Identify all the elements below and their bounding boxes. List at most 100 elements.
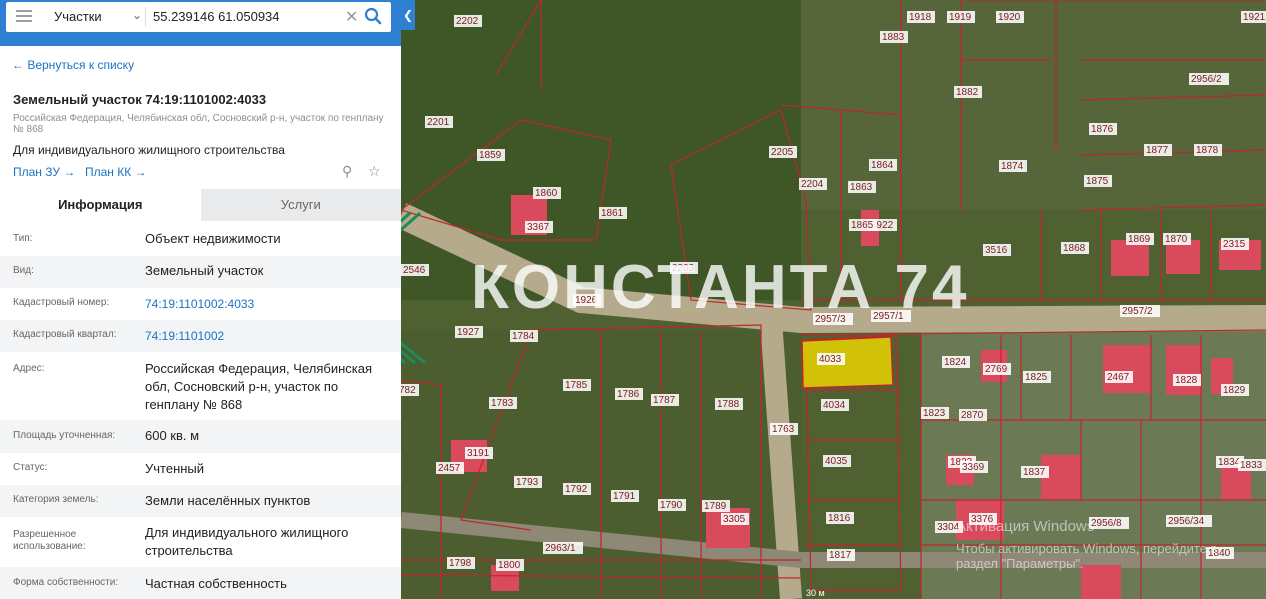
- plot-label: 1883: [882, 32, 905, 43]
- plot-label: 2204: [801, 179, 824, 190]
- map-scale: 30 м: [806, 588, 825, 598]
- plot-label: 1859: [479, 150, 502, 161]
- info-row-status: Статус: Учтенный: [0, 453, 401, 485]
- plot-label: 4033: [819, 354, 842, 365]
- parcel-address: Российская Федерация, Челябинская обл, С…: [13, 113, 384, 135]
- windows-activation-title: Активация Windows: [956, 518, 1095, 535]
- plot-label: 1878: [1196, 145, 1219, 156]
- row-value: Для индивидуального жилищного строительс…: [145, 525, 349, 558]
- plot-label: 2315: [1223, 239, 1246, 250]
- plot-label: 3191: [467, 448, 490, 459]
- plot-label: 1865: [851, 220, 874, 231]
- plot-label: 1824: [944, 357, 967, 368]
- plot-label: 1864: [871, 160, 894, 171]
- info-row-permitted-use: Разрешенное использование: Для индивидуа…: [0, 517, 401, 567]
- plot-label: 1921: [1243, 12, 1266, 23]
- map-view[interactable]: 2202 1883 1918 1919 1920 1921 2201 1882 2956/2 18…: [401, 0, 1266, 599]
- plot-label: 1861: [601, 208, 624, 219]
- plot-label: 1823: [923, 408, 946, 419]
- plot-label: 2963/1: [545, 543, 576, 554]
- parcel-title: Земельный участок 74:19:1101002:4033: [13, 92, 267, 107]
- info-row-land-category: Категория земель: Земли населённых пункт…: [0, 485, 401, 517]
- cadastral-number-link[interactable]: 74:19:1101002:4033: [145, 295, 390, 313]
- plot-label: 2957/2: [1122, 306, 1153, 317]
- plot-label: 1870: [1165, 234, 1188, 245]
- menu-icon[interactable]: [16, 10, 32, 23]
- tab-information[interactable]: Информация: [0, 189, 201, 221]
- row-value: 600 кв. м: [145, 428, 200, 443]
- plot-label: 1875: [1086, 176, 1109, 187]
- plot-label: 2202: [456, 16, 479, 27]
- plot-label: 1927: [457, 327, 480, 338]
- info-panel: Участки ⌄ 55.239146 61.050934 ✕ ← Вернут…: [0, 0, 401, 599]
- plot-label: 1825: [1025, 372, 1048, 383]
- row-value: Земли населённых пунктов: [145, 493, 311, 508]
- plot-label: 2201: [427, 117, 450, 128]
- plot-label: 1919: [949, 12, 972, 23]
- plot-label: 782: [401, 385, 416, 396]
- row-value: Земельный участок: [145, 263, 264, 278]
- plot-label: 1793: [516, 477, 539, 488]
- plot-label: 1785: [565, 380, 588, 391]
- plot-label: 1882: [956, 87, 979, 98]
- plot-label: 2956/34: [1168, 516, 1205, 527]
- search-box: Участки ⌄ 55.239146 61.050934 ✕: [6, 2, 391, 32]
- plot-label: 2205: [771, 147, 794, 158]
- parcel-usage: Для индивидуального жилищного строительс…: [13, 143, 285, 157]
- object-type-select[interactable]: Участки: [54, 9, 102, 24]
- row-label: Кадастровый квартал:: [13, 329, 117, 340]
- plot-label: 1800: [498, 560, 521, 571]
- search-icon[interactable]: [364, 7, 382, 25]
- row-label: Площадь уточненная:: [13, 430, 116, 441]
- plot-label: 1874: [1001, 161, 1024, 172]
- chevron-down-icon[interactable]: ⌄: [132, 8, 142, 22]
- konstanta-logo-watermark: [401, 211, 426, 365]
- plot-label: 1877: [1146, 145, 1169, 156]
- row-value: Российская Федерация, Челябинская обл, С…: [145, 361, 372, 412]
- clear-icon[interactable]: ✕: [345, 7, 358, 27]
- star-icon[interactable]: ☆: [368, 163, 381, 180]
- search-bar: Участки ⌄ 55.239146 61.050934 ✕: [0, 0, 401, 46]
- row-label: Форма собственности:: [13, 577, 119, 588]
- plot-label: 2956/8: [1091, 518, 1122, 529]
- cadastral-quarter-link[interactable]: 74:19:1101002: [145, 327, 390, 345]
- info-row-cadastral-number: Кадастровый номер: 74:19:1101002:4033: [0, 288, 401, 320]
- row-value: Объект недвижимости: [145, 231, 281, 246]
- plot-label: 1790: [660, 500, 683, 511]
- plan-zu-link[interactable]: План ЗУ →: [13, 165, 75, 179]
- plot-label: 1868: [1063, 243, 1086, 254]
- collapse-panel-button[interactable]: ❮: [401, 0, 415, 30]
- plot-label: 1786: [617, 389, 640, 400]
- plot-label: 3369: [962, 462, 985, 473]
- selected-parcel-4033[interactable]: [801, 336, 894, 389]
- plot-label: 1837: [1023, 467, 1046, 478]
- plot-label: 2769: [985, 364, 1008, 375]
- info-row-type: Тип: Объект недвижимости: [0, 224, 401, 256]
- plot-label: 1816: [828, 513, 851, 524]
- row-label: Статус:: [13, 462, 48, 473]
- plot-label: 1791: [613, 491, 636, 502]
- search-input[interactable]: 55.239146 61.050934: [153, 9, 280, 24]
- windows-activation-body: Чтобы активировать Windows, перейдите в …: [956, 541, 1218, 571]
- plot-label: 2457: [438, 463, 461, 474]
- info-row-kind: Вид: Земельный участок: [0, 256, 401, 288]
- tab-services[interactable]: Услуги: [200, 189, 401, 221]
- plot-label: 1860: [535, 188, 558, 199]
- back-to-list-link[interactable]: ← Вернуться к списку: [12, 58, 134, 72]
- plot-label: 1829: [1223, 385, 1246, 396]
- row-label: Адрес:: [13, 363, 45, 374]
- plot-label: 2467: [1107, 372, 1130, 383]
- plot-label: 1783: [491, 398, 514, 409]
- row-label: Категория земель:: [13, 494, 99, 505]
- plan-kk-link[interactable]: План КК →: [85, 165, 147, 179]
- plot-label: 1863: [850, 182, 873, 193]
- info-row-area: Площадь уточненная: 600 кв. м: [0, 420, 401, 453]
- plot-label: 4035: [825, 456, 848, 467]
- zoom-to-icon[interactable]: ⚲: [342, 163, 352, 180]
- info-row-ownership: Форма собственности: Частная собственнос…: [0, 567, 401, 599]
- info-row-address: Адрес: Российская Федерация, Челябинская…: [0, 352, 401, 420]
- watermark-text: КОНСТАНТА 74: [471, 253, 970, 322]
- plot-label: 1817: [829, 550, 852, 561]
- plot-label: 1787: [653, 395, 676, 406]
- plot-label: 1792: [565, 484, 588, 495]
